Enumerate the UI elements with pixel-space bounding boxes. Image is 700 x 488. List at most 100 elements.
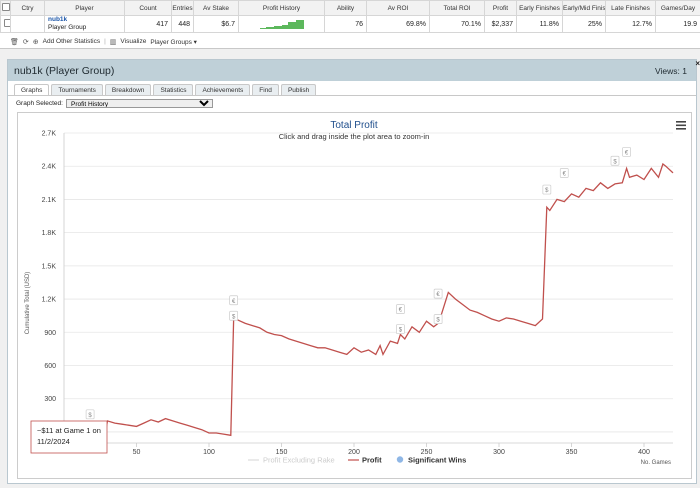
- tab-statistics[interactable]: Statistics: [153, 84, 194, 95]
- games-per-day-value: 19.9: [655, 15, 700, 33]
- y-tick-label: 600: [44, 363, 56, 370]
- profit-series-line[interactable]: [63, 162, 674, 437]
- count-value: 417: [124, 15, 172, 33]
- chart-title: Total Profit: [330, 120, 377, 131]
- significant-win-marker[interactable]: $: [396, 324, 405, 334]
- graph-selected-label: Graph Selected:: [16, 100, 63, 107]
- col-header-av-stake[interactable]: Av Stake: [193, 0, 239, 16]
- tab-tournaments[interactable]: Tournaments: [51, 84, 103, 95]
- stats-table-region: Ctry Player Count Entries Av Stake Profi…: [0, 0, 700, 49]
- chart-container[interactable]: Total Profit Click and drag inside the p…: [17, 112, 692, 479]
- significant-win-marker[interactable]: €: [433, 288, 443, 299]
- significant-win-marker[interactable]: $: [610, 155, 620, 166]
- graph-selector: Graph Selected: Profit History: [8, 96, 696, 108]
- x-axis-label: No. Games: [641, 460, 671, 466]
- entries-value: 448: [171, 15, 194, 33]
- delete-icon[interactable]: 🗑: [10, 38, 19, 46]
- y-tick-label: 900: [44, 330, 56, 337]
- significant-win-marker[interactable]: $: [229, 310, 238, 321]
- x-tick-label: 50: [133, 449, 141, 456]
- panel-header: nub1k (Player Group) Views: 1: [8, 60, 696, 81]
- table-row[interactable]: nub1k Player Group 417 448 $6.7 76 69.8%…: [0, 15, 700, 33]
- sparkline-chart: [259, 20, 304, 29]
- total-roi-value: 70.1%: [429, 15, 485, 33]
- add-icon[interactable]: ⊕: [33, 38, 39, 46]
- y-tick-label: 1.5K: [42, 263, 57, 270]
- tab-publish[interactable]: Publish: [280, 84, 317, 95]
- significant-win-marker[interactable]: €: [559, 168, 569, 178]
- profit-chart[interactable]: Total Profit Click and drag inside the p…: [18, 113, 691, 478]
- av-stake-value: $6.7: [193, 15, 239, 33]
- y-tick-label: 300: [44, 396, 56, 403]
- significant-win-marker[interactable]: $: [542, 184, 552, 195]
- chart-tooltip: ~$11 at Game 1 on 11/2/2024: [30, 420, 108, 454]
- x-tick-label: 400: [638, 449, 650, 456]
- late-finishes-value: 12.7%: [605, 15, 656, 33]
- toolbar-divider: |: [104, 38, 106, 45]
- col-header-late-finishes[interactable]: Late Finishes: [605, 0, 656, 16]
- graph-select[interactable]: Profit History: [65, 99, 213, 108]
- x-tick-label: 350: [566, 449, 578, 456]
- significant-win-marker[interactable]: $: [433, 314, 443, 324]
- col-header-entries[interactable]: Entries: [171, 0, 194, 16]
- col-header-player[interactable]: Player: [44, 0, 125, 16]
- legend-significant-wins[interactable]: Significant Wins: [408, 456, 466, 465]
- tooltip-line-2: 11/2/2024: [37, 437, 70, 446]
- early-mid-finishes-value: 25%: [562, 15, 606, 33]
- player-group-panel: × nub1k (Player Group) Views: 1 Graphs T…: [7, 59, 700, 484]
- tab-find[interactable]: Find: [252, 84, 279, 95]
- player-type: Player Group: [48, 24, 87, 31]
- col-header-ability[interactable]: Ability: [324, 0, 367, 16]
- views-count: Views: 1: [655, 65, 687, 76]
- tab-achievements[interactable]: Achievements: [195, 84, 251, 95]
- panel-tabs: Graphs Tournaments Breakdown Statistics …: [8, 81, 696, 96]
- col-header-profit-history[interactable]: Profit History: [238, 0, 325, 16]
- x-tick-label: 200: [348, 449, 360, 456]
- col-header-games-per-day[interactable]: Games/Day: [655, 0, 700, 16]
- close-icon[interactable]: ×: [695, 59, 700, 68]
- row-checkbox[interactable]: [0, 15, 11, 33]
- y-tick-label: 1.2K: [42, 297, 57, 304]
- significant-win-marker[interactable]: €: [396, 304, 405, 314]
- y-tick-label: 2.7K: [42, 131, 57, 138]
- tab-graphs[interactable]: Graphs: [14, 84, 50, 95]
- add-other-statistics-link[interactable]: Add Other Statistics: [43, 38, 100, 45]
- refresh-icon[interactable]: ⟳: [23, 38, 29, 46]
- stats-header-row: Ctry Player Count Entries Av Stake Profi…: [0, 0, 700, 16]
- profit-value: $2,337: [484, 15, 517, 33]
- panel-title: nub1k (Player Group): [14, 64, 115, 77]
- y-tick-label: 2.4K: [42, 164, 57, 171]
- significant-win-marker[interactable]: $: [85, 409, 95, 420]
- player-cell[interactable]: nub1k Player Group: [44, 15, 125, 33]
- country-flag: [10, 15, 45, 33]
- significant-win-marker[interactable]: €: [229, 295, 238, 306]
- significant-win-marker[interactable]: €: [622, 147, 631, 157]
- col-header-profit[interactable]: Profit: [484, 0, 517, 16]
- y-tick-label: 2.1K: [42, 197, 57, 204]
- av-roi-value: 69.8%: [366, 15, 430, 33]
- col-header-early-finishes[interactable]: Early Finishes: [516, 0, 563, 16]
- legend-profit-excluding-rake[interactable]: Profit Excluding Rake: [263, 456, 335, 465]
- player-name-link[interactable]: nub1k: [48, 17, 121, 25]
- legend-profit[interactable]: Profit: [362, 456, 382, 465]
- chart-legend: Profit Excluding Rake Profit Significant…: [248, 456, 466, 465]
- col-header-total-roi[interactable]: Total ROI: [429, 0, 485, 16]
- tab-breakdown[interactable]: Breakdown: [104, 84, 152, 95]
- x-tick-label: 100: [203, 449, 215, 456]
- col-header-count[interactable]: Count: [124, 0, 172, 16]
- profit-history-sparkline[interactable]: [238, 15, 325, 33]
- col-header-ctry[interactable]: Ctry: [10, 0, 45, 16]
- select-all-checkbox[interactable]: [0, 0, 11, 16]
- visualize-link[interactable]: Visualize: [120, 38, 146, 45]
- ability-value: 76: [324, 15, 367, 33]
- col-header-early-mid-finishes[interactable]: Early/Mid Finishes: [562, 0, 606, 16]
- y-axis-label: Cumulative Total (USD): [25, 272, 31, 335]
- x-tick-label: 300: [493, 449, 505, 456]
- menu-icon[interactable]: [676, 121, 686, 130]
- visualize-icon[interactable]: ▥: [110, 38, 117, 46]
- col-header-av-roi[interactable]: Av ROI: [366, 0, 430, 16]
- stats-table: Ctry Player Count Entries Av Stake Profi…: [0, 0, 700, 33]
- player-groups-dropdown[interactable]: Player Groups ▾: [150, 38, 197, 46]
- stats-toolbar: 🗑 ⟳ ⊕ Add Other Statistics | ▥ Visualize…: [0, 35, 700, 48]
- tooltip-line-1: ~$11 at Game 1 on: [37, 426, 101, 435]
